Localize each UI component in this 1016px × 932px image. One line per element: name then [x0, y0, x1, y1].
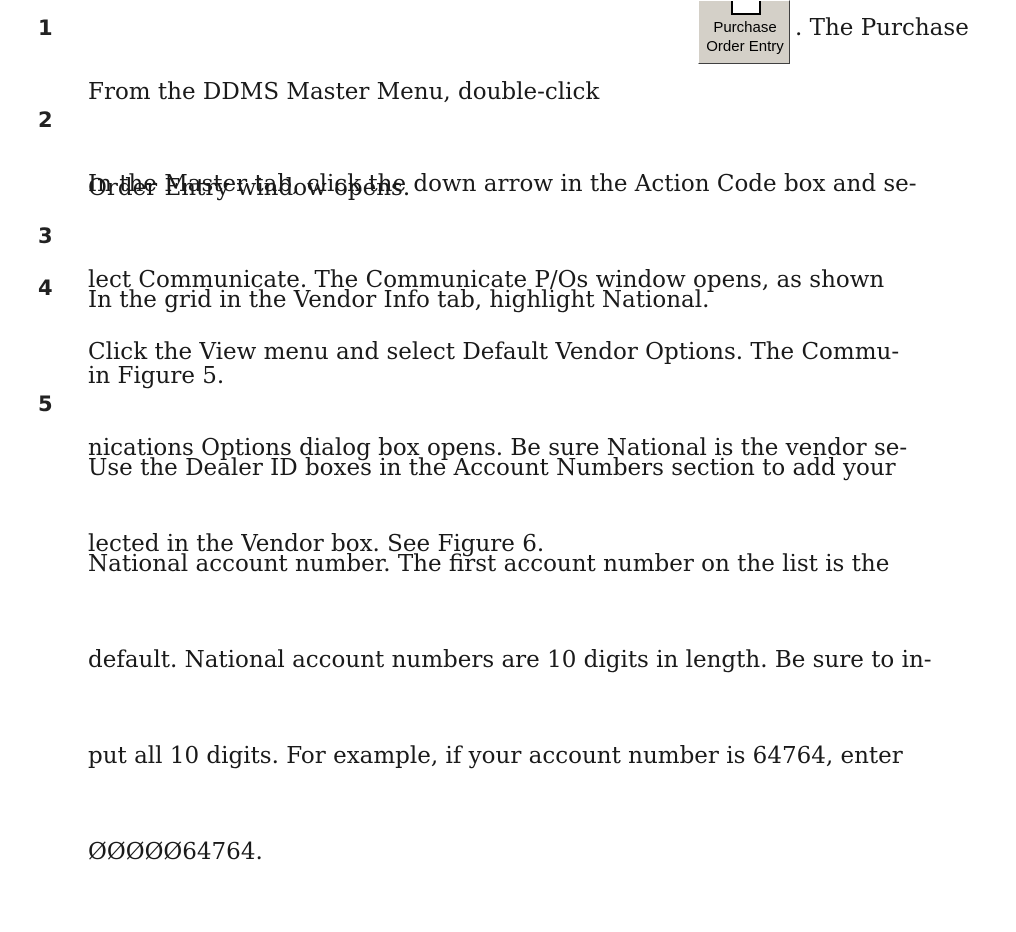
- step-text-line: default. National account numbers are 10…: [88, 647, 932, 673]
- step-text: Use the Dealer ID boxes in the Account N…: [88, 388, 988, 932]
- document-icon: [731, 1, 761, 15]
- icon-label: Purchase: [713, 19, 777, 36]
- step-text-line: Click the View menu and select Default V…: [88, 339, 900, 365]
- step-number: 5: [38, 392, 53, 416]
- step-number: 3: [38, 224, 53, 248]
- step-text-line: put all 10 digits. For example, if your …: [88, 743, 903, 769]
- step-number: 4: [38, 276, 53, 300]
- icon-label: Order Entry: [706, 38, 784, 55]
- step-text-line: Use the Dealer ID boxes in the Account N…: [88, 455, 896, 481]
- step-number: 1: [38, 16, 53, 40]
- purchase-order-entry-icon: Purchase Order Entry: [698, 0, 790, 64]
- step-number: 2: [38, 108, 53, 132]
- step-text-line: National account number. The first accou…: [88, 551, 890, 577]
- step-text-line: In the Master tab, click the down arrow …: [88, 171, 917, 197]
- step-text-continuation: . The Purchase: [795, 15, 969, 41]
- step-text-line: ØØØØØ64764.: [88, 839, 263, 865]
